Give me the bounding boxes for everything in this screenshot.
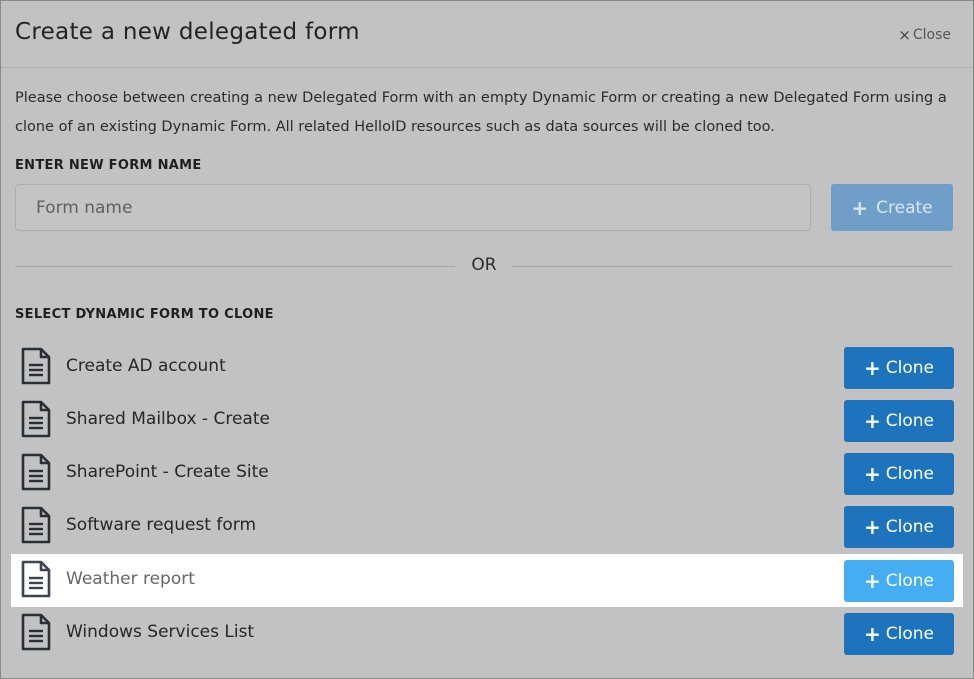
clone-section-label: SELECT DYNAMIC FORM TO CLONE — [15, 307, 274, 322]
clone-label: Clone — [885, 624, 934, 644]
list-item-label: Shared Mailbox - Create — [66, 409, 270, 429]
document-icon — [21, 613, 51, 651]
plus-icon: + — [864, 462, 881, 486]
clone-label: Clone — [885, 358, 934, 378]
divider-line-right — [512, 266, 953, 267]
or-label: OR — [471, 255, 497, 275]
dialog-header: Create a new delegated form × Close — [1, 1, 973, 68]
plus-icon: + — [864, 356, 881, 380]
plus-icon: + — [864, 622, 881, 646]
list-item: Software request form + Clone — [11, 500, 963, 553]
create-label: Create — [876, 197, 933, 218]
close-label: Close — [912, 27, 951, 43]
list-item: Create AD account + Clone — [11, 341, 963, 394]
close-icon: × — [898, 26, 911, 44]
clone-label: Clone — [885, 517, 934, 537]
clone-label: Clone — [885, 571, 934, 591]
delegated-form-dialog: Create a new delegated form × Close Plea… — [0, 0, 974, 679]
dialog-title: Create a new delegated form — [15, 19, 360, 45]
list-item-label: Weather report — [66, 569, 195, 589]
document-icon — [21, 400, 51, 438]
list-item: Windows Services List + Clone — [11, 607, 963, 660]
clone-button[interactable]: + Clone — [844, 506, 954, 548]
plus-icon: + — [851, 195, 869, 220]
list-item: Shared Mailbox - Create + Clone — [11, 394, 963, 447]
new-form-section-label: ENTER NEW FORM NAME — [15, 158, 202, 173]
clone-button[interactable]: + Clone — [844, 347, 954, 389]
list-item-label: Create AD account — [66, 356, 226, 376]
plus-icon: + — [864, 515, 881, 539]
divider-line-left — [15, 266, 455, 267]
list-item-label: Windows Services List — [66, 622, 255, 642]
create-button[interactable]: + Create — [831, 184, 953, 231]
document-icon — [21, 347, 51, 385]
list-item: SharePoint - Create Site + Clone — [11, 447, 963, 500]
document-icon — [21, 453, 51, 491]
clone-button[interactable]: + Clone — [844, 453, 954, 495]
clone-button[interactable]: + Clone — [844, 400, 954, 442]
document-icon — [21, 506, 51, 544]
clone-label: Clone — [885, 411, 934, 431]
list-item-label: Software request form — [66, 515, 257, 535]
list-item-label: SharePoint - Create Site — [66, 462, 269, 482]
dialog-description: Please choose between creating a new Del… — [15, 90, 947, 135]
close-button[interactable]: × Close — [898, 26, 951, 44]
plus-icon: + — [864, 409, 881, 433]
plus-icon: + — [864, 569, 881, 593]
clone-button[interactable]: + Clone — [844, 560, 954, 602]
clone-label: Clone — [885, 464, 934, 484]
list-item: Weather report + Clone — [11, 554, 963, 607]
or-divider: OR — [15, 255, 953, 277]
clone-button[interactable]: + Clone — [844, 613, 954, 655]
document-icon — [21, 560, 51, 598]
form-name-input[interactable] — [15, 184, 811, 231]
